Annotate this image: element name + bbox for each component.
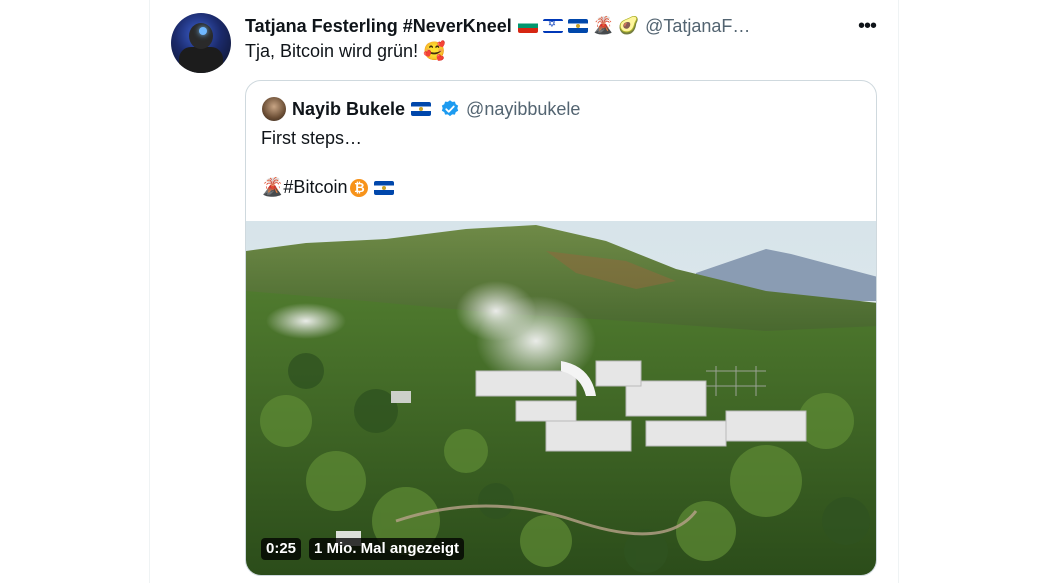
quoted-tweet-line-2: 🌋 #Bitcoin ₿: [261, 177, 397, 198]
quoted-author-name[interactable]: Nayib Bukele: [292, 99, 405, 120]
timeline-border-right: [898, 0, 899, 583]
more-dots-icon: •••: [857, 14, 877, 37]
bitcoin-hashtag[interactable]: #Bitcoin: [283, 177, 347, 198]
quoted-tweet-card[interactable]: Nayib Bukele @nayibbukele First steps… 🌋…: [245, 80, 877, 576]
flag-el-salvador-icon: [567, 19, 588, 33]
video-duration-badge: 0:25: [261, 538, 302, 560]
avatar-headlamp: [199, 27, 207, 35]
name-emojis: 🌋 🥑: [517, 16, 641, 36]
flag-bulgaria-icon: [517, 19, 538, 33]
quoted-tweet-line-1: First steps…: [261, 128, 363, 148]
timeline-border-left: [149, 0, 150, 583]
avocado-icon: 🥑: [617, 16, 640, 35]
avatar-shirt: [179, 47, 223, 73]
quoted-author-handle[interactable]: @nayibbukele: [466, 99, 580, 120]
author-name[interactable]: Tatjana Festerling #NeverKneel: [245, 16, 512, 37]
volcano-icon: 🌋: [261, 177, 284, 197]
flag-el-salvador-icon: [374, 180, 395, 195]
video-player[interactable]: 0:25 1 Mio. Mal angezeigt: [246, 221, 876, 575]
video-thumbnail: [246, 221, 876, 575]
bitcoin-icon: ₿: [350, 178, 369, 197]
video-views-badge: 1 Mio. Mal angezeigt: [309, 538, 465, 560]
verified-badge-icon: [440, 99, 460, 119]
volcano-icon: 🌋: [592, 16, 614, 35]
tweet-text: Tja, Bitcoin wird grün! 🥰: [245, 41, 446, 61]
flag-el-salvador-icon: [411, 102, 432, 116]
quoted-author-avatar[interactable]: [262, 97, 286, 121]
quoted-tweet-header: Nayib Bukele @nayibbukele: [292, 96, 580, 122]
more-options-button[interactable]: •••: [854, 14, 880, 38]
tweet-header: Tatjana Festerling #NeverKneel 🌋 🥑 @Tatj…: [245, 14, 750, 38]
author-handle[interactable]: @TatjanaF…: [645, 16, 750, 37]
flag-israel-icon: [542, 19, 563, 33]
author-avatar[interactable]: [171, 13, 231, 73]
